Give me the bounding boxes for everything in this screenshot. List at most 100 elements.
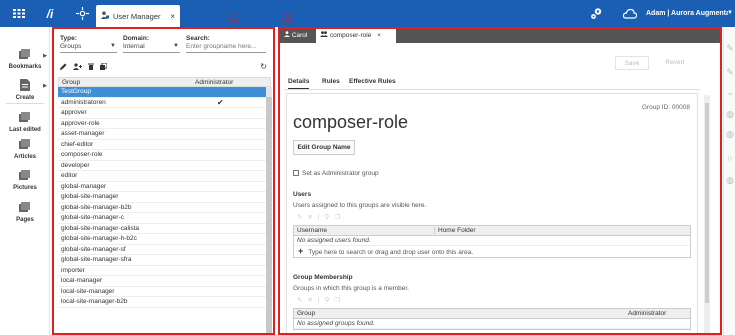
type-select[interactable]: Groups ▼ <box>60 43 117 53</box>
column-header-username[interactable]: Username <box>297 227 327 234</box>
delete-trash-icon[interactable] <box>88 63 94 72</box>
table-row[interactable]: administratoren ✔ <box>58 98 266 108</box>
table-row[interactable]: global-site-manager-b2b <box>58 203 266 213</box>
column-header-group[interactable]: Group <box>297 310 315 317</box>
administrator-group-label: Set as Administrator group <box>302 170 379 177</box>
current-user-menu[interactable]: Adam | Aurora Augmentation | Eng... <box>646 0 728 27</box>
nav-articles[interactable]: Articles <box>0 139 50 160</box>
scrollbar-thumb[interactable] <box>266 97 272 333</box>
column-header-administrator[interactable]: Administrator <box>628 310 666 317</box>
edit-pencil-icon[interactable]: ✎ <box>297 296 302 304</box>
group-name: global-site-manager-h-b2c <box>61 235 137 242</box>
groups-scrollbar[interactable] <box>266 87 272 333</box>
administrator-group-checkbox[interactable]: Set as Administrator group <box>293 170 379 177</box>
search-icon[interactable]: ○ <box>724 153 735 163</box>
table-row[interactable]: local-site-manager-b2b <box>58 297 266 308</box>
remove-icon[interactable]: ✕ <box>307 213 312 221</box>
table-row[interactable]: TestGroup <box>58 87 266 98</box>
copy-icon[interactable]: ❐ <box>334 213 340 221</box>
find-user-icon[interactable]: ⚲ <box>325 213 330 221</box>
domain-select-value: Internal <box>123 43 145 50</box>
edit-pencil-icon[interactable]: ✎ <box>724 67 735 78</box>
column-header-group[interactable]: Group <box>62 79 80 86</box>
table-row[interactable]: global-site-manager-sf <box>58 245 266 255</box>
table-row[interactable]: editor <box>58 171 266 182</box>
save-button[interactable]: Save <box>615 56 649 70</box>
table-row[interactable]: global-site-manager-c <box>58 213 266 224</box>
table-row[interactable]: global-site-manager <box>58 192 266 203</box>
last-edited-icon <box>0 112 50 126</box>
group-name: administratoren <box>61 98 106 106</box>
table-row[interactable]: local-site-manager <box>58 287 266 297</box>
chevron-down-icon: ▼ <box>173 43 179 49</box>
nav-articles-label: Articles <box>13 154 36 160</box>
copy-icon[interactable]: ❐ <box>334 296 340 304</box>
column-header-administrator[interactable]: Administrator <box>195 79 233 86</box>
table-row[interactable]: composer-role <box>58 150 266 161</box>
plus-icon: + <box>298 246 304 256</box>
tab-rules[interactable]: Rules <box>322 78 340 88</box>
nav-pictures[interactable]: Pictures <box>0 170 50 191</box>
edit-pencil-icon[interactable]: ✎ <box>724 43 735 54</box>
remove-icon[interactable]: ✕ <box>307 296 312 304</box>
group-name: developer <box>61 161 90 169</box>
users-drop-area[interactable]: + Type here to search or drag and drop us… <box>294 246 690 257</box>
nav-pages[interactable]: Pages <box>0 202 50 223</box>
group-name: global-site-manager-sfra <box>61 256 132 263</box>
tab-user-manager[interactable]: User Manager × <box>96 5 180 27</box>
find-group-icon[interactable]: ⚲ <box>325 296 330 304</box>
close-tab-icon[interactable]: × <box>170 12 175 21</box>
chevron-down-icon[interactable]: ⌄ <box>724 87 735 98</box>
domain-select[interactable]: Internal ▼ <box>123 43 180 53</box>
globe-icon[interactable]: ◍ <box>724 129 735 140</box>
table-row[interactable]: chief-editor <box>58 140 266 150</box>
nav-bookmarks[interactable]: ▶ Bookmarks <box>0 49 50 70</box>
column-header-home-folder[interactable]: Home Folder <box>434 227 476 234</box>
tab-effective-rules[interactable]: Effective Rules <box>349 78 396 88</box>
group-name: local-site-manager-b2b <box>61 298 128 305</box>
table-row[interactable]: global-manager <box>58 182 266 192</box>
nav-create[interactable]: ▶ Create <box>0 79 50 101</box>
users-section-desc: Users assigned to this groups are visibl… <box>293 202 427 209</box>
table-row[interactable]: local-manager <box>58 276 266 287</box>
divider-icon: | <box>317 213 320 220</box>
table-row[interactable]: asset-manager <box>58 129 266 140</box>
nav-last-edited[interactable]: Last edited <box>0 112 50 133</box>
table-row[interactable]: global-site-manager-calista <box>58 224 266 234</box>
revert-button[interactable]: Revert <box>658 56 692 70</box>
refresh-icon[interactable]: ↻ <box>260 62 267 71</box>
group-name: global-site-manager-sf <box>61 245 126 253</box>
table-row[interactable]: importer <box>58 266 266 276</box>
cloud-sync-icon[interactable] <box>620 0 640 27</box>
scrollbar-thumb[interactable] <box>705 103 709 303</box>
search-input[interactable]: Enter groupname here... <box>186 43 266 53</box>
table-row[interactable]: approver-role <box>58 119 266 129</box>
copy-icon[interactable] <box>100 62 108 72</box>
add-group-icon[interactable] <box>73 63 82 72</box>
globe-icon[interactable]: ◍ <box>724 175 735 186</box>
app-logo[interactable]: /i <box>38 0 62 27</box>
group-name: global-site-manager-calista <box>61 224 140 232</box>
close-tab-icon[interactable]: × <box>377 32 381 39</box>
globe-icon[interactable]: ◍ <box>724 109 735 120</box>
details-scrollbar[interactable] <box>704 95 710 333</box>
edit-group-name-button[interactable]: Edit Group Name <box>293 140 355 155</box>
table-row[interactable]: approver <box>58 108 266 119</box>
nav-pictures-label: Pictures <box>13 185 37 191</box>
apps-grid-icon[interactable] <box>6 0 32 27</box>
tab-carol[interactable]: Carol <box>280 29 314 43</box>
membership-table-header: Group Administrator <box>294 309 690 319</box>
table-row[interactable]: global-site-manager-h-b2c <box>58 234 266 245</box>
table-row[interactable]: global-site-manager-sfra <box>58 255 266 266</box>
settings-icon[interactable] <box>586 0 606 27</box>
checkbox-box[interactable] <box>293 170 299 176</box>
edit-pencil-icon[interactable] <box>60 63 67 72</box>
edit-pencil-icon[interactable]: ✎ <box>297 213 302 221</box>
membership-table: Group Administrator No assigned groups f… <box>293 308 691 330</box>
selection-tool-icon[interactable] <box>70 0 94 27</box>
group-name: global-manager <box>61 182 107 190</box>
chevron-down-icon[interactable]: ▼ <box>727 0 733 27</box>
user-manager-icon <box>101 11 109 21</box>
tab-composer-role[interactable]: composer-role × <box>316 29 396 43</box>
table-row[interactable]: developer <box>58 161 266 171</box>
